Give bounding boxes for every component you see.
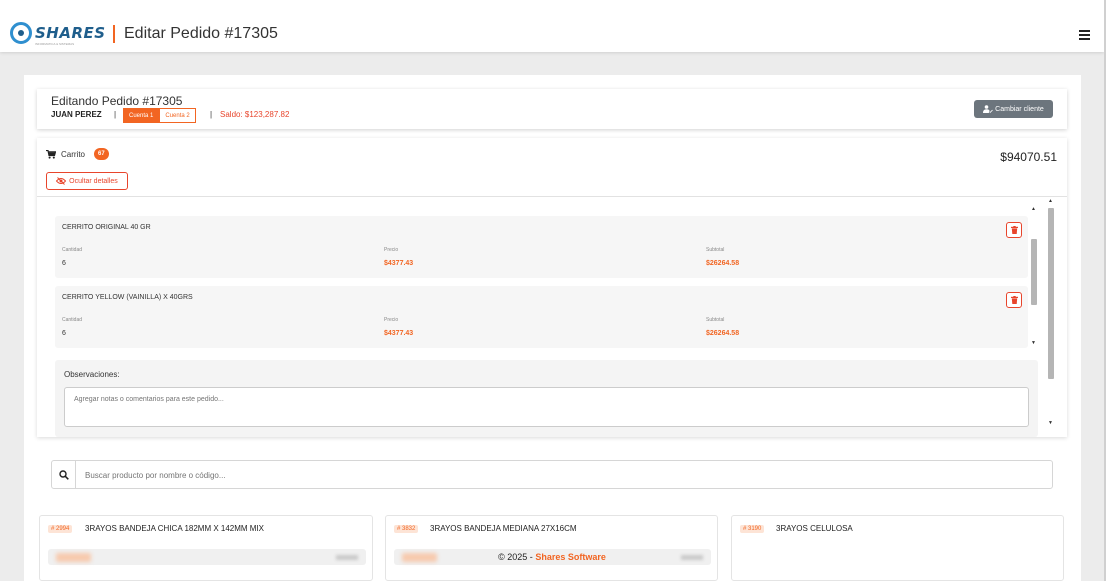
product-card[interactable]: # 2994 3RAYOS BANDEJA CHICA 182MM X 142M…	[39, 515, 373, 581]
balance-text: Saldo: $123,287.82	[220, 110, 290, 119]
hide-details-button[interactable]: Ocultar detalles	[46, 172, 128, 190]
logo-mark-icon	[10, 22, 32, 44]
cart-items-list: CERRITO ORIGINAL 40 GR Cantidad 6 Precio…	[55, 216, 1028, 356]
divider	[37, 196, 1067, 197]
subtotal-label: Subtotal	[706, 317, 725, 323]
change-client-label: Cambiar cliente	[995, 105, 1044, 113]
order-title: Editando Pedido #17305	[51, 94, 183, 108]
title-separator	[113, 25, 115, 43]
footer: © 2025 - Shares Software	[0, 552, 1104, 562]
scroll-up-icon[interactable]: ▲	[1031, 206, 1036, 212]
change-client-button[interactable]: Cambiar cliente	[974, 100, 1053, 118]
subtotal-value: $26264.58	[706, 330, 740, 337]
logo-text: SHARES	[35, 24, 106, 42]
quantity-label: Cantidad	[62, 247, 83, 253]
product-card[interactable]: # 3190 3RAYOS CELULOSA	[731, 515, 1064, 581]
cart-label: Carrito	[61, 149, 86, 159]
items-scrollbar[interactable]: ▲ ▼	[1030, 196, 1038, 346]
cart-total: $94070.51	[1000, 150, 1057, 164]
trash-icon	[1010, 226, 1018, 234]
subtotal-value: $26264.58	[706, 260, 740, 267]
eye-slash-icon	[56, 177, 67, 185]
shares-logo[interactable]: SHARES INFORMATICA & SISTEMAS	[10, 22, 106, 46]
product-search-input[interactable]	[85, 467, 985, 483]
search-button[interactable]	[52, 461, 76, 488]
cart-header: Carrito 67	[46, 148, 109, 160]
quantity-label: Cantidad	[62, 317, 83, 323]
subtotal-label: Subtotal	[706, 247, 725, 253]
scroll-down-icon[interactable]: ▼	[1048, 420, 1053, 426]
item-name: CERRITO YELLOW (VAINILLA) X 40GRS	[62, 294, 193, 301]
separator: |	[114, 110, 117, 119]
product-search-bar	[51, 460, 1053, 489]
product-name: 3RAYOS BANDEJA CHICA 182MM X 142MM MIX	[85, 524, 265, 533]
cart-item: CERRITO YELLOW (VAINILLA) X 40GRS Cantid…	[55, 286, 1028, 348]
scroll-thumb[interactable]	[1048, 208, 1054, 379]
cart-count-badge: 67	[94, 148, 109, 160]
hide-details-label: Ocultar detalles	[69, 177, 118, 185]
top-navbar: SHARES INFORMATICA & SISTEMAS Editar Ped…	[0, 0, 1104, 52]
observations-section: Observaciones:	[55, 360, 1038, 437]
cart-item: CERRITO ORIGINAL 40 GR Cantidad 6 Precio…	[55, 216, 1028, 278]
order-header-card: Editando Pedido #17305 JUAN PEREZ | Cuen…	[37, 89, 1067, 129]
price-value: $4377.43	[384, 260, 414, 267]
user-edit-icon	[983, 105, 993, 113]
trash-icon	[1010, 296, 1018, 304]
scroll-up-icon[interactable]: ▲	[1048, 198, 1053, 204]
client-name: JUAN PEREZ	[51, 110, 102, 119]
cart-icon	[46, 149, 56, 159]
footer-brand-link[interactable]: Shares Software	[535, 552, 606, 562]
price-value: $4377.43	[384, 330, 414, 337]
product-name: 3RAYOS BANDEJA MEDIANA 27X16CM	[430, 524, 577, 533]
account-2-button[interactable]: Cuenta 2	[159, 108, 196, 123]
separator: |	[210, 110, 213, 119]
account-1-button[interactable]: Cuenta 1	[123, 108, 160, 123]
product-code: # 3190	[740, 525, 765, 533]
scroll-down-icon[interactable]: ▼	[1031, 340, 1036, 346]
product-name: 3RAYOS CELULOSA	[776, 524, 853, 533]
observations-label: Observaciones:	[64, 370, 120, 379]
product-code: # 2994	[48, 525, 73, 533]
product-card[interactable]: # 3832 3RAYOS BANDEJA MEDIANA 27X16CM	[385, 515, 718, 581]
scroll-thumb[interactable]	[1031, 239, 1037, 305]
footer-copyright: © 2025 -	[498, 552, 533, 562]
observations-textarea[interactable]	[64, 387, 1029, 427]
cart-card: Carrito 67 $94070.51 Ocultar detalles CE…	[37, 138, 1067, 437]
page-title: Editar Pedido #17305	[124, 25, 278, 42]
quantity-value: 6	[62, 260, 66, 267]
search-icon	[58, 469, 69, 480]
hamburger-menu-icon[interactable]	[1079, 30, 1090, 40]
account-toggle: Cuenta 1 Cuenta 2	[123, 108, 196, 123]
logo-subtext: INFORMATICA & SISTEMAS	[35, 42, 75, 46]
delete-item-button[interactable]	[1006, 292, 1022, 308]
item-name: CERRITO ORIGINAL 40 GR	[62, 224, 151, 231]
quantity-value: 6	[62, 330, 66, 337]
product-code: # 3832	[394, 525, 419, 533]
price-label: Precio	[384, 247, 399, 253]
cart-scrollbar[interactable]: ▲ ▼	[1047, 196, 1055, 428]
delete-item-button[interactable]	[1006, 222, 1022, 238]
price-label: Precio	[384, 317, 399, 323]
